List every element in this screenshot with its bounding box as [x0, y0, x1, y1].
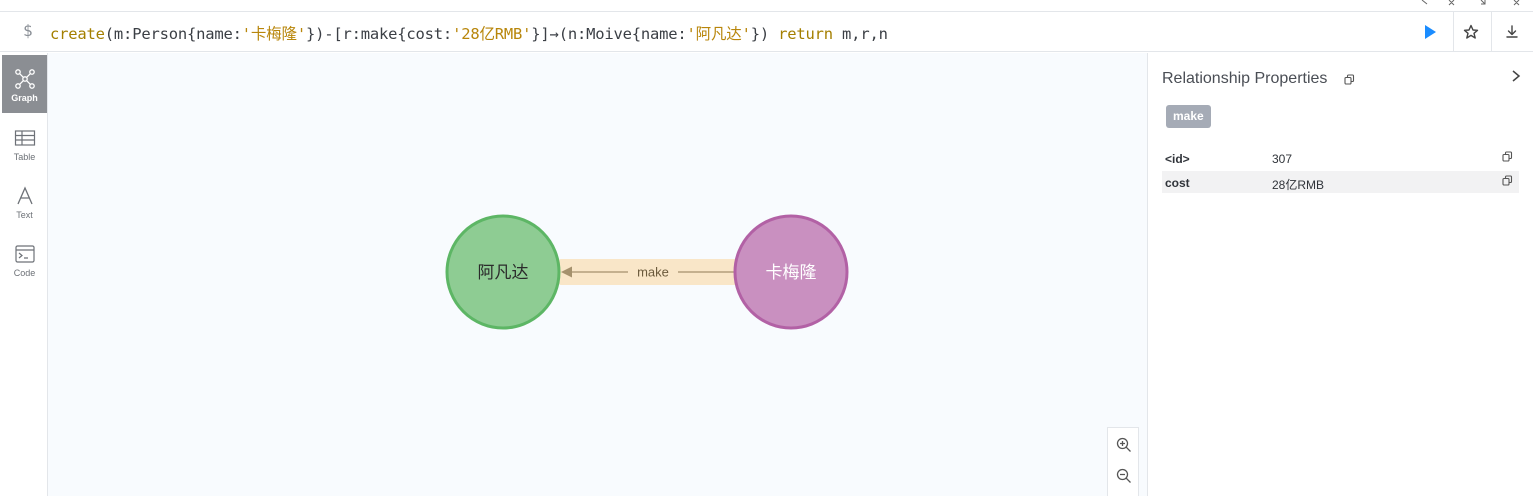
relationship-label: make: [637, 265, 669, 280]
panel-title: Relationship Properties: [1162, 70, 1328, 87]
zoom-in-button[interactable]: [1114, 435, 1134, 455]
star-icon: [1463, 24, 1479, 39]
node-label: 阿凡达: [478, 263, 529, 283]
editor-prompt: $: [23, 21, 33, 40]
query-string-literal: '28亿RMB': [452, 25, 532, 43]
sidebar-item-label: Code: [13, 268, 36, 278]
sidebar-item-label: Graph: [11, 93, 38, 103]
query-string-literal: '卡梅隆': [241, 25, 306, 43]
query-keyword-create: create: [50, 25, 105, 43]
property-value: 307: [1272, 152, 1293, 166]
sidebar-item-label: Table: [13, 152, 36, 162]
toolbar-divider: [1453, 12, 1454, 52]
node-label: 卡梅隆: [766, 263, 817, 283]
node-movie[interactable]: 阿凡达: [445, 214, 561, 330]
property-key: <id>: [1165, 152, 1190, 166]
neo4j-browser-window: $ create(m:Person{name:'卡梅隆'})-[r:make{c…: [0, 0, 1533, 496]
code-icon: [15, 245, 35, 263]
sidebar-item-table[interactable]: Table: [2, 114, 47, 172]
download-icon: [1506, 25, 1518, 38]
graph-svg: make 阿凡达 卡梅隆: [445, 214, 849, 330]
sidebar-item-graph[interactable]: Graph: [2, 55, 47, 113]
graph-canvas[interactable]: make 阿凡达 卡梅隆: [48, 53, 1147, 496]
copy-icon[interactable]: [1502, 151, 1513, 162]
zoom-out-button[interactable]: [1114, 466, 1134, 486]
text-icon: [17, 186, 33, 205]
relationship-make[interactable]: make: [559, 259, 737, 285]
query-input[interactable]: create(m:Person{name:'卡梅隆'})-[r:make{cos…: [50, 22, 888, 44]
copy-icon[interactable]: [1502, 175, 1513, 186]
favorite-button[interactable]: [1461, 22, 1481, 42]
properties-panel: Relationship Properties make <id> 307 co…: [1147, 53, 1533, 496]
run-query-button[interactable]: [1419, 23, 1441, 41]
chevron-right-icon[interactable]: [1510, 69, 1522, 83]
zoom-controls: [1107, 427, 1139, 496]
window-controls-icon[interactable]: [1419, 0, 1533, 6]
property-value: 28亿RMB: [1272, 178, 1325, 192]
result-view-sidebar: Graph Table Text Code: [0, 53, 48, 496]
table-icon: [14, 130, 36, 146]
property-key: cost: [1165, 176, 1190, 190]
query-keyword-return: return: [778, 25, 833, 43]
sidebar-item-label: Text: [16, 210, 33, 220]
property-row: cost 28亿RMB: [1162, 171, 1519, 193]
toolbar-divider: [1491, 12, 1492, 52]
query-text-part: })-[r:make{cost:: [305, 25, 453, 43]
query-string-literal: '阿凡达': [686, 25, 751, 43]
query-editor-bar: $ create(m:Person{name:'卡梅隆'})-[r:make{c…: [0, 11, 1533, 52]
zoom-in-icon: [1116, 437, 1131, 452]
node-person[interactable]: 卡梅隆: [733, 214, 849, 330]
property-row: <id> 307: [1162, 147, 1519, 169]
sidebar-item-text[interactable]: Text: [2, 172, 47, 230]
relationship-type-badge[interactable]: make: [1166, 105, 1211, 128]
sidebar-item-code[interactable]: Code: [2, 230, 47, 288]
download-button[interactable]: [1502, 22, 1522, 42]
query-text-part: }): [750, 25, 779, 43]
query-text-part: }]→(n:Moive{name:: [531, 25, 687, 43]
copy-icon[interactable]: [1344, 74, 1355, 85]
query-text-part: (m:Person{name:: [104, 25, 242, 43]
graph-icon: [15, 69, 35, 89]
zoom-out-icon: [1116, 468, 1131, 483]
query-text-part: m,r,n: [832, 25, 888, 43]
play-icon: [1425, 25, 1436, 39]
